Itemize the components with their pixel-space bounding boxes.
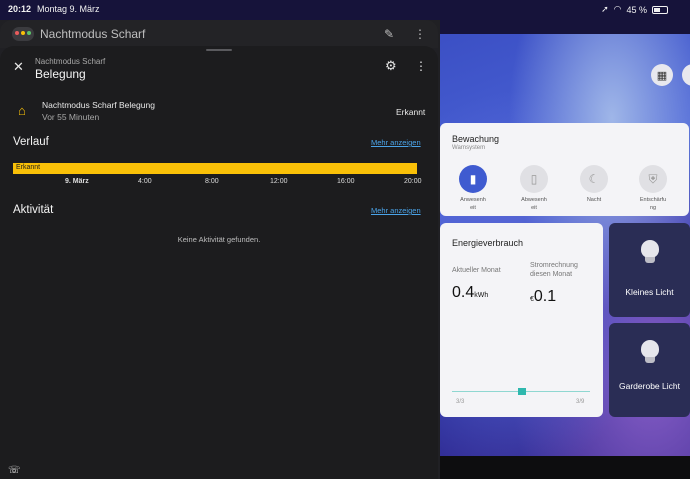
bulb-base <box>645 357 655 363</box>
activity-title: Aktivität <box>13 204 54 216</box>
battery-icon <box>652 5 668 14</box>
current-month-value: 0.4kWh <box>452 284 488 302</box>
status-bar: 20:12 Montag 9. März ➚ ◠ 45 % <box>0 0 690 20</box>
current-month-number: 0.4 <box>452 284 475 301</box>
grid-icon[interactable]: ▦ <box>651 64 673 86</box>
range-end-label: 3/9 <box>576 399 585 405</box>
activity-empty-message: Keine Aktivität gefunden. <box>177 235 261 244</box>
bulb-icon <box>641 240 659 258</box>
mode-disarm-label: Entschärfu ng <box>639 197 667 211</box>
bill-number: 0.1 <box>533 288 557 305</box>
alarm-card-title: Bewachung <box>452 134 500 144</box>
timeline-tick: 12:00 <box>270 178 288 185</box>
timeline-tick: 8:00 <box>205 178 219 185</box>
dialog-title: Belegung <box>35 67 86 81</box>
gear-icon[interactable]: ⚙ <box>385 59 397 72</box>
door-icon: ▮ <box>459 165 487 193</box>
light-card-kleines-licht[interactable]: Kleines Licht <box>609 223 690 317</box>
more-vertical-icon[interactable]: ⋮ <box>415 60 427 72</box>
pencil-icon[interactable]: ✎ <box>384 28 394 40</box>
shield-off-icon: ⛨ <box>639 165 667 193</box>
light-label: Kleines Licht <box>625 287 674 297</box>
timeline-tick: 9. März <box>65 178 89 185</box>
more-vertical-icon[interactable]: ⋮ <box>414 28 426 40</box>
bulb-icon <box>641 340 659 358</box>
mode-away-button[interactable]: ▯ Abwesenh eit <box>519 165 549 212</box>
status-date: Montag 9. März <box>37 4 100 14</box>
history-title: Verlauf <box>13 136 49 148</box>
close-icon[interactable]: ✕ <box>13 60 24 73</box>
range-start-label: 3/3 <box>456 399 465 405</box>
more-info-dialog <box>0 46 438 479</box>
bulb-base <box>645 257 655 263</box>
history-more-link[interactable]: Mehr anzeigen <box>371 138 421 147</box>
wallpaper-bottom <box>430 456 690 479</box>
home-icon: ⌂ <box>18 103 26 118</box>
timeline-bar-label: Erkannt <box>16 164 41 171</box>
location-icon: ➚ <box>601 4 609 14</box>
mode-disarm-button[interactable]: ⛨ Entschärfu ng <box>638 165 668 212</box>
mode-away-label: Abwesenh eit <box>521 197 547 211</box>
light-label: Garderobe Licht <box>619 381 680 391</box>
alarm-card-subtitle: Warnsystem <box>452 145 486 151</box>
entity-last-changed: Vor 55 Minuten <box>42 112 100 122</box>
dialog-subtitle: Nachtmodus Scharf <box>35 57 106 66</box>
phone-icon[interactable]: ☏ <box>8 465 21 477</box>
bill-value: €0.1 <box>530 288 556 306</box>
timeline-tick: 4:00 <box>138 178 152 185</box>
energy-card[interactable]: Energieverbrauch Aktueller Monat 0.4kWh … <box>440 223 603 417</box>
energy-card-title: Energieverbrauch <box>452 238 524 248</box>
background-title: Nachtmodus Scharf <box>40 27 146 41</box>
moon-icon: ☾ <box>580 165 608 193</box>
mode-night-label: Nacht <box>586 197 602 203</box>
status-right: ➚ ◠ 45 % <box>601 4 668 15</box>
energy-graph-bar <box>518 388 526 395</box>
entity-state: Erkannt <box>396 107 426 117</box>
current-month-unit: kWh <box>474 292 489 299</box>
current-month-label: Aktueller Monat <box>452 267 501 274</box>
timeline-tick: 16:00 <box>337 178 355 185</box>
drag-handle[interactable] <box>206 49 232 51</box>
mode-night-button[interactable]: ☾ Nacht <box>579 165 609 204</box>
mode-home-button[interactable]: ▮ Anwesenh eit <box>458 165 488 212</box>
alarm-card[interactable]: Bewachung Warnsystem ▮ Anwesenh eit ▯ Ab… <box>440 123 689 216</box>
door-walk-icon: ▯ <box>520 165 548 193</box>
history-timeline-bar[interactable]: Erkannt <box>13 163 417 174</box>
timeline-tick: 20:00 <box>404 178 422 185</box>
activity-more-link[interactable]: Mehr anzeigen <box>371 206 421 215</box>
battery-text: 45 % <box>626 4 647 15</box>
entity-name: Nachtmodus Scharf Belegung <box>42 100 155 110</box>
status-time: 20:12 <box>8 4 32 14</box>
mode-home-label: Anwesenh eit <box>460 197 486 211</box>
wifi-icon: ◠ <box>613 4 622 14</box>
bill-label: Stromrechnung diesen Monat <box>530 262 578 278</box>
entity-avatar <box>12 27 34 41</box>
light-card-garderobe-licht[interactable]: Garderobe Licht <box>609 323 690 417</box>
